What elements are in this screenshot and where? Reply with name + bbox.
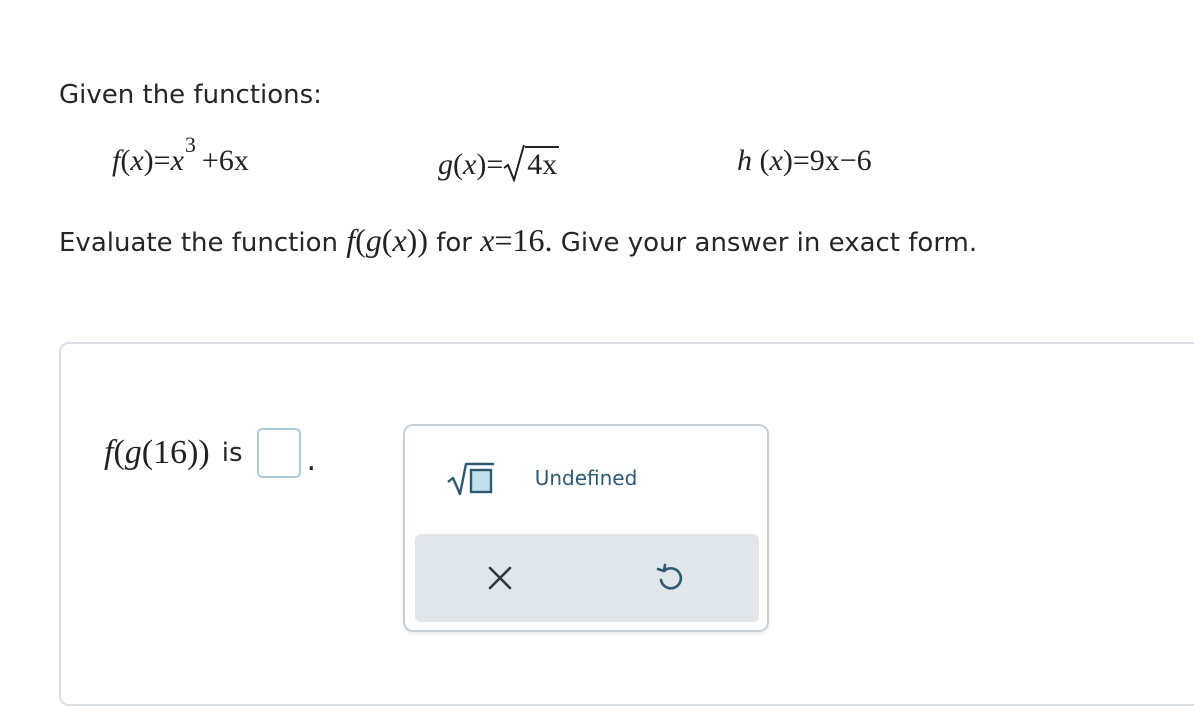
answer-inner: g (124, 434, 142, 471)
radical: 4x (503, 144, 560, 182)
square-root-button[interactable] (439, 450, 503, 506)
fn-f-equals: = (153, 144, 171, 177)
radical-sign-icon (503, 144, 526, 182)
fn-g-name: g (438, 148, 453, 181)
square-root-template-icon (447, 462, 494, 496)
undo-button[interactable] (645, 556, 695, 600)
answer-arg: 16 (153, 434, 188, 471)
fn-f-term1-base: x (170, 144, 184, 177)
condition-equals: = (494, 222, 513, 258)
undo-icon (656, 563, 683, 590)
function-h: h (x)=9x−6 (737, 144, 872, 177)
answer-period: . (306, 443, 317, 478)
intro-text: Given the functions: (59, 80, 322, 110)
fn-g-var: x (463, 148, 477, 181)
x-icon (488, 566, 512, 590)
math-keypad: Undefined (403, 424, 769, 632)
clear-button[interactable] (475, 556, 525, 600)
undefined-button[interactable]: Undefined (531, 456, 641, 500)
composite-expression: f(g(x)) (346, 222, 428, 258)
condition-var: x (480, 222, 495, 258)
fn-h-var: x (769, 144, 783, 177)
answer-line: f(g(16)) is . (104, 428, 316, 478)
fn-f-exponent: 3 (184, 132, 196, 157)
fn-h-equals: = (792, 144, 810, 177)
answer-is-label: is (221, 438, 243, 468)
fn-g-radicand: 4x (525, 145, 560, 181)
keypad-action-bar (415, 534, 759, 622)
instruction-prefix: Evaluate the function (59, 228, 338, 258)
composite-inner: g (365, 222, 382, 258)
fn-g-equals: = (486, 148, 504, 181)
instruction-for: for (436, 228, 472, 258)
fn-h-rhs: 9x−6 (809, 144, 872, 177)
composite-var: x (392, 222, 407, 258)
answer-input[interactable] (256, 428, 301, 478)
condition-value: 16. (512, 222, 553, 258)
instruction: Evaluate the function f(g(x)) for x=16. … (59, 222, 977, 259)
function-f: f(x)=x3 +6x (112, 132, 249, 177)
fn-f-term2: 6x (218, 144, 249, 177)
fn-f-var: x (130, 144, 144, 177)
fn-h-name: h (737, 144, 752, 177)
function-g: g(x)= 4x (438, 144, 560, 182)
fn-f-plus: + (201, 144, 219, 177)
instruction-suffix: Give your answer in exact form. (560, 228, 978, 258)
composite-outer: f (346, 222, 356, 258)
condition: x=16. (480, 222, 552, 258)
answer-expression: f(g(16)) (104, 434, 210, 471)
